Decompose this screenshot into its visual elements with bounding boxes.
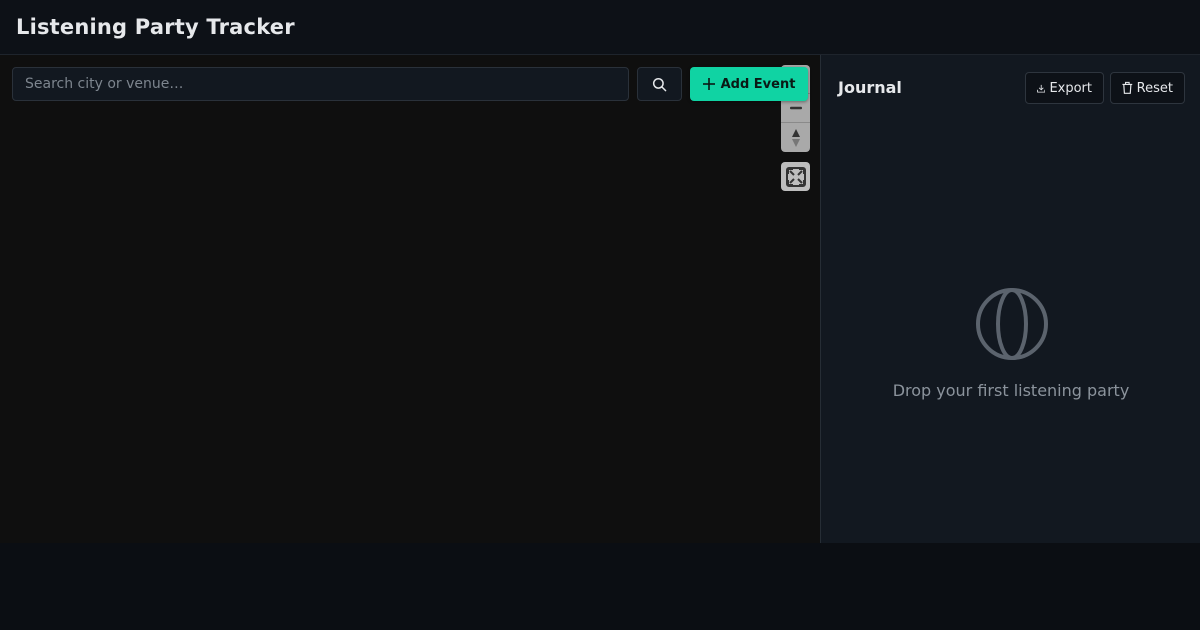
search-button[interactable] (637, 67, 682, 101)
search-icon (652, 77, 667, 91)
map-area[interactable]: Add Event (0, 55, 820, 543)
fullscreen-icon (785, 166, 806, 187)
app-header: Listening Party Tracker (0, 0, 1200, 55)
plus-icon (702, 78, 715, 90)
reset-button[interactable]: Reset (1110, 72, 1185, 104)
fullscreen-button[interactable] (781, 162, 810, 191)
export-button[interactable]: Export (1025, 72, 1104, 104)
reset-label: Reset (1136, 80, 1173, 96)
minus-icon (789, 106, 802, 110)
empty-state-message: Drop your first listening party (892, 381, 1130, 400)
globe-icon (976, 288, 1048, 360)
export-label: Export (1049, 80, 1092, 96)
compass-icon (791, 128, 800, 147)
add-event-button[interactable]: Add Event (690, 67, 808, 101)
search-input[interactable] (12, 67, 629, 101)
app-title: Listening Party Tracker (16, 15, 295, 39)
journal-panel: Journal Export Reset Drop your first lis… (820, 55, 1200, 543)
app-root: Listening Party Tracker Search city or v… (0, 0, 1200, 630)
compass-reset-button[interactable] (781, 123, 810, 152)
add-event-label: Add Event (720, 76, 796, 92)
trash-icon (1122, 81, 1133, 94)
download-icon (1037, 84, 1046, 93)
journal-title: Journal (838, 78, 902, 97)
